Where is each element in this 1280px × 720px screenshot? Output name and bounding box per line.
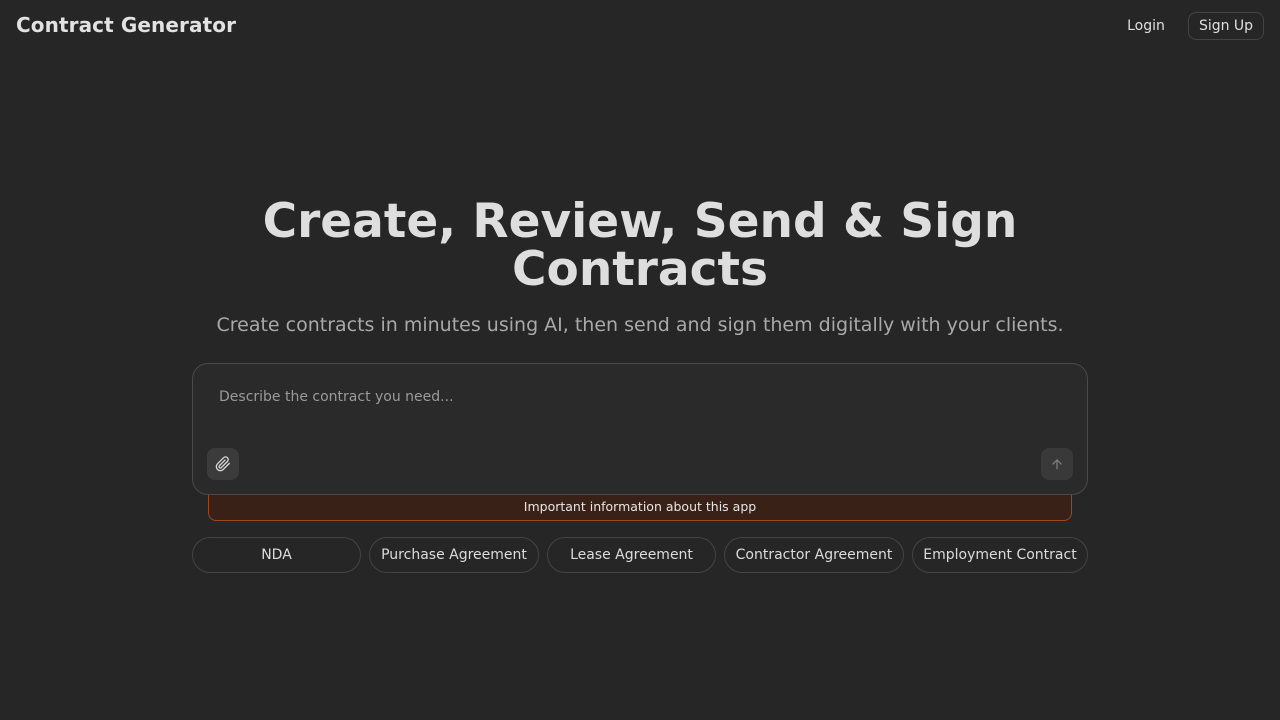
paperclip-icon xyxy=(215,456,231,472)
template-chip-employment-contract[interactable]: Employment Contract xyxy=(912,537,1088,573)
app-brand[interactable]: Contract Generator xyxy=(16,13,236,37)
attach-file-button[interactable] xyxy=(207,448,239,480)
hero-subtitle: Create contracts in minutes using AI, th… xyxy=(216,314,1064,336)
contract-prompt-composer xyxy=(192,363,1088,495)
sign-up-button[interactable]: Sign Up xyxy=(1188,12,1264,40)
template-chip-purchase-agreement[interactable]: Purchase Agreement xyxy=(369,537,539,573)
arrow-up-icon xyxy=(1050,457,1064,471)
hero-title: Create, Review, Send & Sign Contracts xyxy=(262,194,1018,297)
template-chip-lease-agreement[interactable]: Lease Agreement xyxy=(547,537,716,573)
send-button[interactable] xyxy=(1041,448,1073,480)
template-chip-nda[interactable]: NDA xyxy=(192,537,361,573)
top-navigation-bar: Contract Generator Login Sign Up xyxy=(0,0,1280,52)
template-suggestions: NDA Purchase Agreement Lease Agreement C… xyxy=(192,537,1088,573)
template-chip-contractor-agreement[interactable]: Contractor Agreement xyxy=(724,537,904,573)
login-button[interactable]: Login xyxy=(1116,13,1176,39)
important-info-banner[interactable]: Important information about this app xyxy=(208,494,1072,521)
contract-description-input[interactable] xyxy=(219,386,1059,408)
